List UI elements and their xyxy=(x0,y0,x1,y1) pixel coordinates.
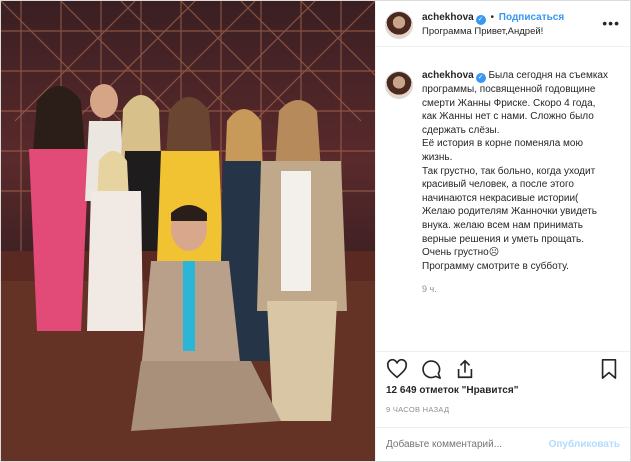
instagram-post: achekhova ✓ • Подписаться Программа Приве… xyxy=(0,0,631,462)
comment-input[interactable] xyxy=(386,439,549,450)
post-photo[interactable] xyxy=(1,1,375,461)
action-bar xyxy=(376,351,630,385)
follow-button[interactable]: Подписаться xyxy=(499,12,564,23)
group-photo-illustration xyxy=(1,1,375,461)
post-timestamp: 9 ЧАСОВ НАЗАД xyxy=(386,405,450,414)
bookmark-icon[interactable] xyxy=(598,358,620,380)
post-sidebar: achekhova ✓ • Подписаться Программа Приве… xyxy=(375,1,630,461)
caption-body: achekhova ✓ Была сегодня на съемках прогр… xyxy=(422,69,612,297)
post-header: achekhova ✓ • Подписаться Программа Приве… xyxy=(376,1,630,47)
more-icon[interactable]: ••• xyxy=(602,15,620,31)
caption-username[interactable]: achekhova xyxy=(422,70,474,81)
post-caption: achekhova ✓ Была сегодня на съемках прогр… xyxy=(376,47,630,297)
caption-avatar[interactable] xyxy=(385,71,413,99)
share-icon[interactable] xyxy=(454,358,476,380)
likes-count[interactable]: 12 649 отметок "Нравится" xyxy=(386,385,518,396)
verified-badge-icon: ✓ xyxy=(475,15,486,25)
publish-button[interactable]: Опубликовать xyxy=(549,439,620,450)
caption-text: Была сегодня на съемках программы, посвя… xyxy=(422,70,608,272)
author-username[interactable]: achekhova xyxy=(422,12,474,23)
comment-box: Опубликовать xyxy=(376,427,630,461)
separator-dot: • xyxy=(490,12,494,23)
header-meta: achekhova ✓ • Подписаться Программа Приве… xyxy=(422,11,564,38)
comment-icon[interactable] xyxy=(420,358,442,380)
author-avatar[interactable] xyxy=(385,11,413,39)
heart-icon[interactable] xyxy=(386,358,408,380)
post-location[interactable]: Программа Привет,Андрей! xyxy=(422,25,564,38)
caption-verified-badge-icon: ✓ xyxy=(475,73,486,83)
caption-time: 9 ч. xyxy=(422,284,437,295)
